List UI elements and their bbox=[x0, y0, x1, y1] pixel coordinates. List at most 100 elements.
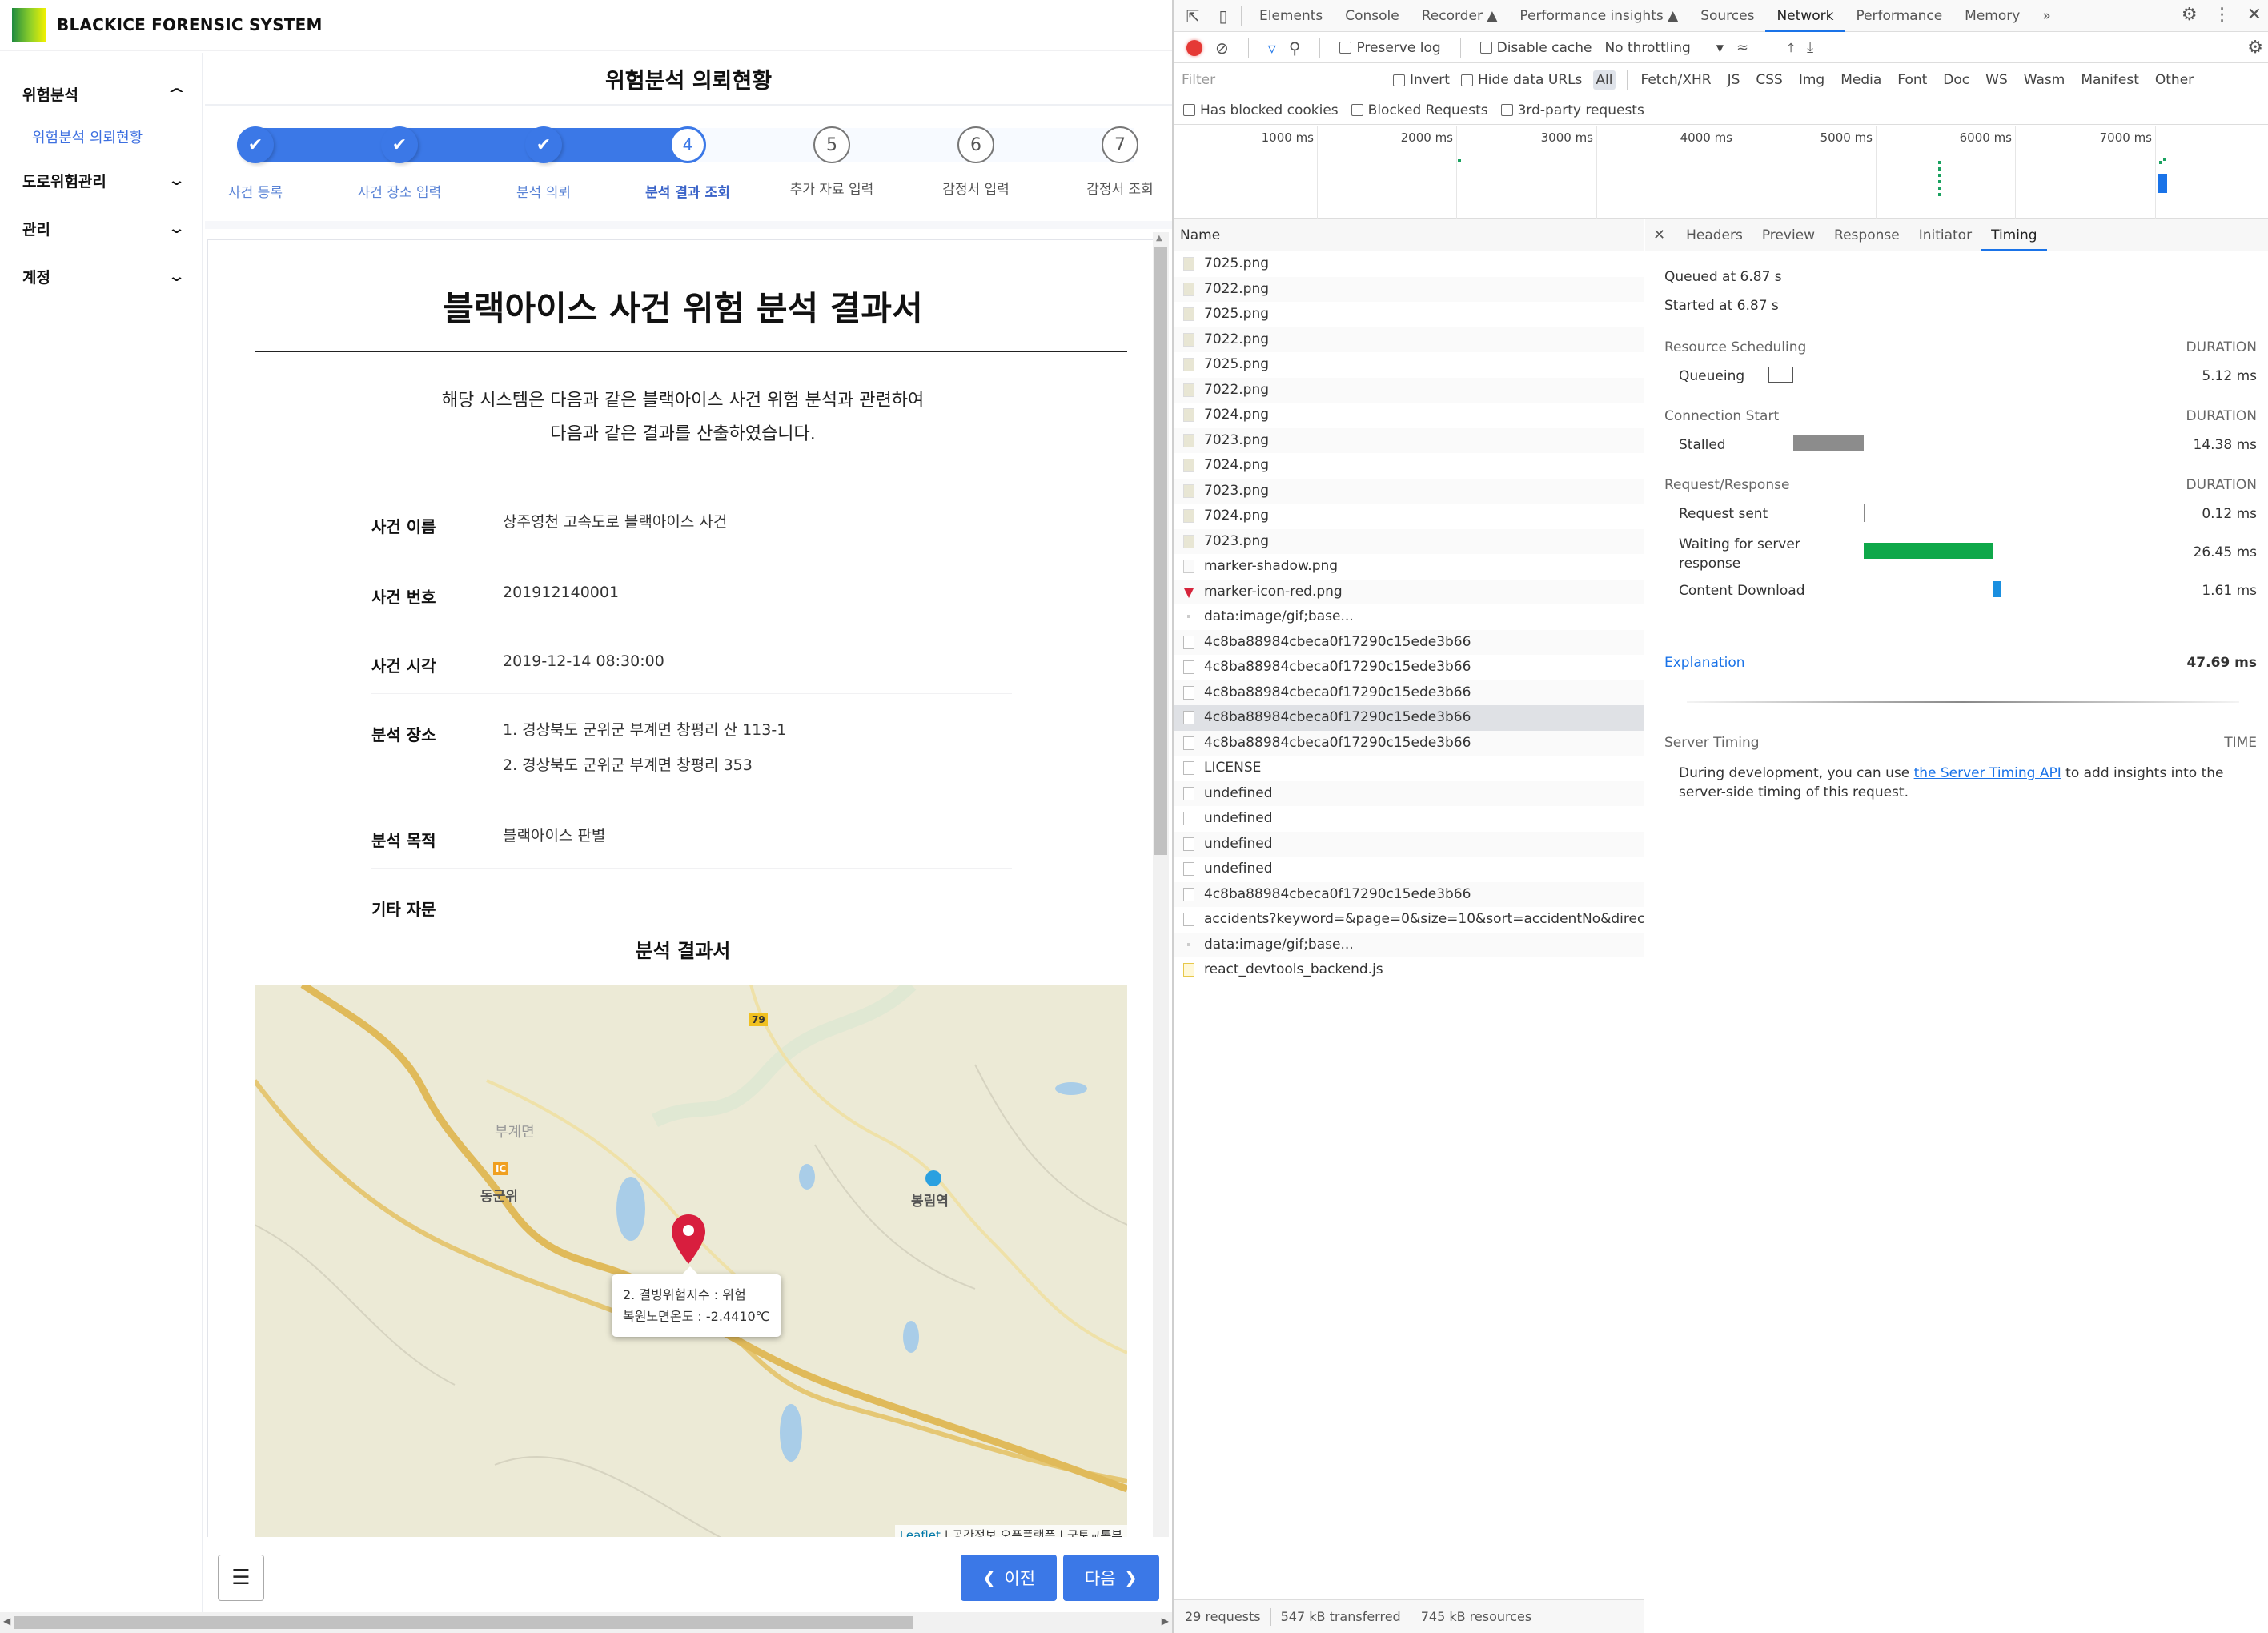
filter-input[interactable]: Filter bbox=[1182, 72, 1382, 88]
device-toolbar-icon[interactable]: ▯ bbox=[1212, 5, 1234, 27]
kebab-menu-icon[interactable]: ⋮ bbox=[2214, 5, 2231, 25]
request-row[interactable]: undefined bbox=[1174, 806, 1644, 832]
request-row[interactable]: 4c8ba88984cbeca0f17290c15ede3b66 bbox=[1174, 655, 1644, 680]
request-row[interactable]: 7023.png bbox=[1174, 478, 1644, 504]
filter-funnel-icon[interactable]: ▿ bbox=[1268, 38, 1276, 58]
sidebar-item-account[interactable]: 계정 ⌄ bbox=[22, 266, 186, 287]
type-filter-wasm[interactable]: Wasm bbox=[2021, 70, 2068, 90]
tab-initiator[interactable]: Initiator bbox=[1909, 219, 1981, 251]
prev-button[interactable]: ❮ 이전 bbox=[961, 1555, 1057, 1601]
third-party-requests-checkbox[interactable]: 3rd-party requests bbox=[1500, 102, 1644, 118]
request-row[interactable]: 7022.png bbox=[1174, 377, 1644, 403]
type-filter-css[interactable]: CSS bbox=[1753, 70, 1784, 90]
request-row[interactable]: accidents?keyword=&page=0&size=10&sort=a… bbox=[1174, 907, 1644, 933]
tab-performance[interactable]: Performance bbox=[1845, 0, 1953, 32]
tab-response[interactable]: Response bbox=[1824, 219, 1909, 251]
tab-recorder[interactable]: Recorder ▲ bbox=[1411, 0, 1509, 32]
tab-headers[interactable]: Headers bbox=[1676, 219, 1752, 251]
step-2[interactable]: ✔ bbox=[381, 126, 418, 163]
request-row[interactable]: 7022.png bbox=[1174, 327, 1644, 352]
type-filter-js[interactable]: JS bbox=[1725, 70, 1743, 90]
settings-gear-icon[interactable]: ⚙ bbox=[2182, 5, 2198, 25]
import-har-icon[interactable]: ⤒ bbox=[1788, 39, 1794, 56]
clear-icon[interactable]: ⊘ bbox=[1215, 38, 1229, 58]
explanation-link[interactable]: Explanation bbox=[1664, 655, 1745, 671]
horizontal-scrollbar[interactable]: ◀ ▶ bbox=[0, 1612, 1172, 1633]
server-timing-api-link[interactable]: the Server Timing API bbox=[1914, 765, 2061, 781]
disable-cache-checkbox[interactable]: Disable cache bbox=[1479, 40, 1592, 56]
request-row[interactable]: undefined bbox=[1174, 831, 1644, 857]
close-icon[interactable]: ✕ bbox=[2247, 5, 2262, 25]
network-conditions-icon[interactable]: ≈ bbox=[1736, 39, 1748, 56]
sidebar-item-management[interactable]: 관리 ⌄ bbox=[22, 218, 186, 239]
request-row[interactable]: undefined bbox=[1174, 857, 1644, 882]
type-filter-media[interactable]: Media bbox=[1838, 70, 1884, 90]
network-settings-gear-icon[interactable]: ⚙ bbox=[2247, 38, 2263, 58]
map-view[interactable]: 79 부계면 IC 동군위 봉림역 2. 결빙위험지수 : 위험 복원노면온도 … bbox=[255, 985, 1127, 1537]
request-row[interactable]: 7024.png bbox=[1174, 403, 1644, 428]
search-icon[interactable]: ⚲ bbox=[1289, 38, 1301, 58]
request-row[interactable]: 4c8ba88984cbeca0f17290c15ede3b66 bbox=[1174, 680, 1644, 705]
sidebar-item-risk-analysis[interactable]: 위험분석 ^ bbox=[22, 83, 186, 105]
request-row[interactable]: 7023.png bbox=[1174, 528, 1644, 554]
scroll-right-arrow-icon[interactable]: ▶ bbox=[1162, 1615, 1169, 1627]
request-row[interactable]: 7022.png bbox=[1174, 276, 1644, 302]
step-6[interactable]: 6 bbox=[957, 126, 994, 163]
request-row[interactable]: data:image/gif;base... bbox=[1174, 604, 1644, 630]
request-row[interactable]: undefined bbox=[1174, 780, 1644, 806]
column-header-name[interactable]: Name bbox=[1174, 219, 1644, 251]
scroll-up-arrow-icon[interactable]: ▲ bbox=[1156, 234, 1162, 243]
leaflet-link[interactable]: Leaflet bbox=[900, 1528, 941, 1537]
tab-network[interactable]: Network bbox=[1765, 0, 1845, 32]
request-row[interactable]: data:image/gif;base... bbox=[1174, 932, 1644, 957]
request-row[interactable]: 7024.png bbox=[1174, 453, 1644, 479]
type-filter-doc[interactable]: Doc bbox=[1941, 70, 1972, 90]
request-row[interactable]: LICENSE bbox=[1174, 756, 1644, 781]
tab-console[interactable]: Console bbox=[1334, 0, 1411, 32]
request-row[interactable]: 7025.png bbox=[1174, 302, 1644, 327]
request-row[interactable]: 7025.png bbox=[1174, 251, 1644, 277]
more-tabs-button[interactable]: » bbox=[2031, 0, 2061, 32]
type-filter-ws[interactable]: WS bbox=[1983, 70, 2010, 90]
throttling-select[interactable]: No throttling ▼ bbox=[1604, 40, 1724, 56]
step-1[interactable]: ✔ bbox=[237, 126, 274, 163]
hide-data-urls-checkbox[interactable]: Hide data URLs bbox=[1460, 72, 1582, 88]
request-row[interactable]: 7024.png bbox=[1174, 504, 1644, 529]
type-filter-fetch-xhr[interactable]: Fetch/XHR bbox=[1639, 70, 1714, 90]
sidebar-item-road-risk[interactable]: 도로위험관리 ⌄ bbox=[22, 170, 186, 191]
sidebar-subitem-risk-analysis-requests[interactable]: 위험분석 의뢰현황 bbox=[32, 126, 143, 147]
preserve-log-checkbox[interactable]: Preserve log bbox=[1339, 40, 1441, 56]
request-row[interactable]: react_devtools_backend.js bbox=[1174, 957, 1644, 983]
step-5[interactable]: 5 bbox=[813, 126, 850, 163]
type-filter-manifest[interactable]: Manifest bbox=[2078, 70, 2142, 90]
tab-memory[interactable]: Memory bbox=[1953, 0, 2031, 32]
step-3[interactable]: ✔ bbox=[525, 126, 562, 163]
request-row[interactable]: 7025.png bbox=[1174, 352, 1644, 378]
has-blocked-cookies-checkbox[interactable]: Has blocked cookies bbox=[1183, 102, 1339, 118]
invert-checkbox[interactable]: Invert bbox=[1393, 72, 1450, 88]
request-row[interactable]: 7023.png bbox=[1174, 427, 1644, 453]
vertical-scrollbar[interactable]: ▲ bbox=[1153, 232, 1169, 1537]
request-row[interactable]: 4c8ba88984cbeca0f17290c15ede3b66 bbox=[1174, 881, 1644, 907]
export-har-icon[interactable]: ⤓ bbox=[1807, 39, 1813, 56]
close-detail-icon[interactable]: ✕ bbox=[1653, 227, 1665, 243]
step-7[interactable]: 7 bbox=[1102, 126, 1138, 163]
tab-sources[interactable]: Sources bbox=[1689, 0, 1765, 32]
blocked-requests-checkbox[interactable]: Blocked Requests bbox=[1351, 102, 1488, 118]
inspect-element-icon[interactable]: ⇱ bbox=[1182, 5, 1204, 27]
tab-elements[interactable]: Elements bbox=[1248, 0, 1334, 32]
scrollbar-thumb[interactable] bbox=[1154, 247, 1167, 855]
type-filter-all[interactable]: All bbox=[1593, 70, 1616, 90]
request-row[interactable]: 4c8ba88984cbeca0f17290c15ede3b66 bbox=[1174, 629, 1644, 655]
scrollbar-thumb[interactable] bbox=[14, 1616, 913, 1629]
step-4[interactable]: 4 bbox=[669, 126, 706, 163]
scroll-left-arrow-icon[interactable]: ◀ bbox=[3, 1615, 10, 1627]
request-row[interactable]: 4c8ba88984cbeca0f17290c15ede3b66 bbox=[1174, 705, 1644, 731]
tab-preview[interactable]: Preview bbox=[1752, 219, 1824, 251]
record-icon[interactable] bbox=[1186, 39, 1202, 56]
type-filter-other[interactable]: Other bbox=[2153, 70, 2196, 90]
request-row[interactable]: marker-shadow.png bbox=[1174, 554, 1644, 580]
explanation-text[interactable]: Explanation bbox=[1664, 655, 1745, 671]
type-filter-font[interactable]: Font bbox=[1895, 70, 1929, 90]
next-button[interactable]: 다음 ❯ bbox=[1063, 1555, 1159, 1601]
